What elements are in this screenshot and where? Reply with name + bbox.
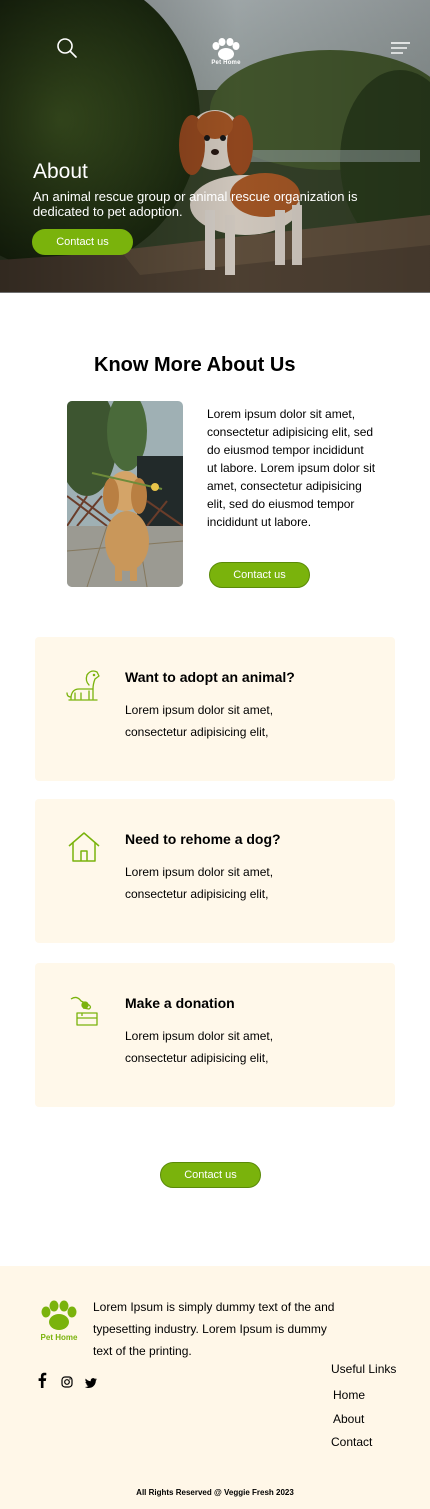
useful-links-heading: Useful Links xyxy=(331,1362,397,1376)
menu-icon[interactable] xyxy=(389,40,411,56)
dog-icon xyxy=(66,670,100,701)
copyright-text: All Rights Reserved @ Veggie Fresh 2023 xyxy=(136,1488,294,1497)
logo-text: Pet Home xyxy=(40,1333,78,1342)
search-icon[interactable] xyxy=(56,37,78,59)
brand-logo[interactable]: Pet Home xyxy=(208,37,244,71)
hero-section: Pet Home About An animal rescue group or… xyxy=(0,0,430,293)
paw-icon xyxy=(212,38,240,60)
paw-icon xyxy=(41,1300,77,1330)
hero-contact-button[interactable]: Contact us xyxy=(32,229,133,255)
card-text: Lorem ipsum dolor sit amet, consectetur … xyxy=(125,865,274,901)
facebook-icon[interactable] xyxy=(37,1372,47,1388)
donation-icon xyxy=(70,996,98,1026)
house-icon xyxy=(68,832,100,862)
logo-text: Pet Home xyxy=(211,60,241,66)
footer-about-text: Lorem Ipsum is simply dummy text of the … xyxy=(93,1300,335,1358)
card-adopt[interactable]: Want to adopt an animal? Lorem ipsum dol… xyxy=(35,637,395,781)
footer-link-home[interactable]: Home xyxy=(333,1388,365,1402)
card-donation[interactable]: Make a donation Lorem ipsum dolor sit am… xyxy=(35,963,395,1107)
about-contact-button[interactable]: Contact us xyxy=(209,562,310,588)
footer-link-about[interactable]: About xyxy=(333,1412,364,1426)
card-title: Need to rehome a dog? xyxy=(125,831,281,847)
card-title: Make a donation xyxy=(125,995,235,1011)
page-title: About xyxy=(33,160,88,183)
card-text: Lorem ipsum dolor sit amet, consectetur … xyxy=(125,1029,274,1065)
about-text: Lorem ipsum dolor sit amet, consectetur … xyxy=(207,407,376,529)
instagram-icon[interactable] xyxy=(61,1374,73,1390)
card-text: Lorem ipsum dolor sit amet, consectetur … xyxy=(125,703,274,739)
card-title: Want to adopt an animal? xyxy=(125,669,295,685)
footer-logo[interactable]: Pet Home xyxy=(38,1300,80,1342)
twitter-icon[interactable] xyxy=(85,1375,97,1391)
footer: Pet Home Lorem Ipsum is simply dummy tex… xyxy=(0,1266,430,1509)
cta-contact-button[interactable]: Contact us xyxy=(160,1162,261,1188)
about-heading: Know More About Us xyxy=(94,354,296,376)
footer-link-contact[interactable]: Contact xyxy=(331,1435,372,1449)
card-rehome[interactable]: Need to rehome a dog? Lorem ipsum dolor … xyxy=(35,799,395,943)
dog-photo xyxy=(67,401,183,587)
hero-description: An animal rescue group or animal rescue … xyxy=(33,189,358,219)
